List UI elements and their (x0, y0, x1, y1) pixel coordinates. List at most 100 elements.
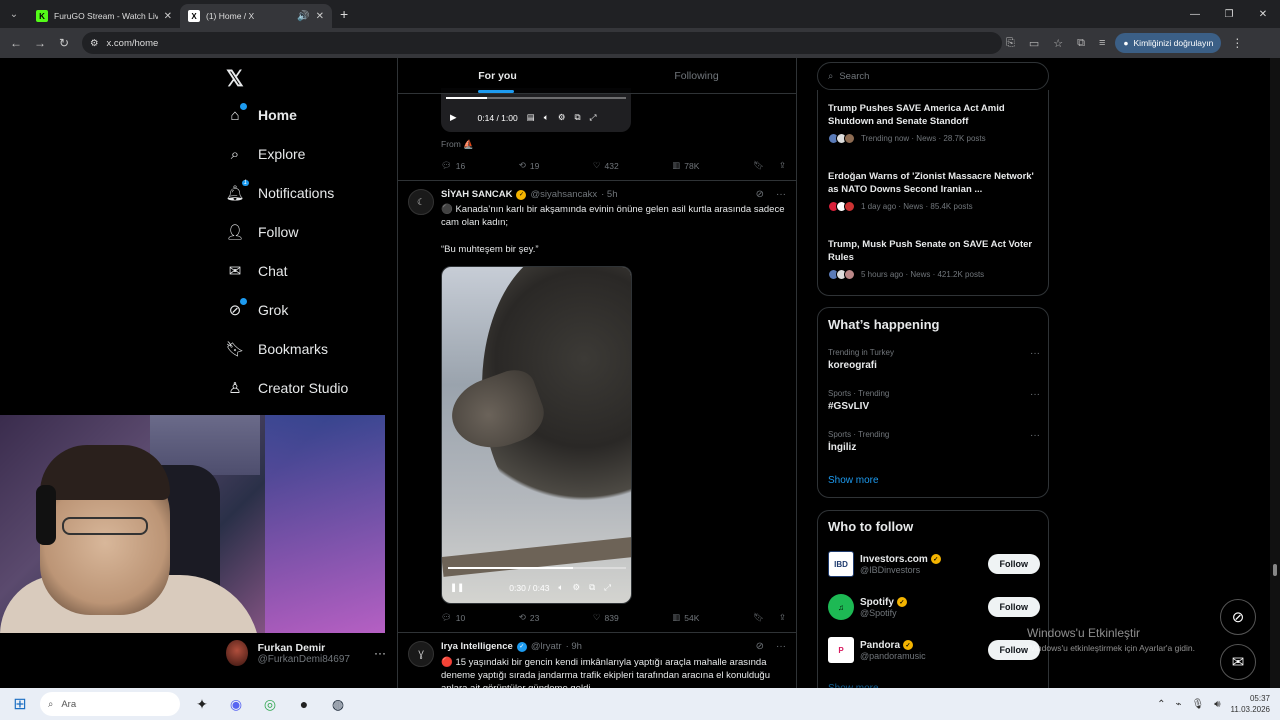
profile-button[interactable]: ● Kimliğinizi doğrulayın (1115, 33, 1222, 53)
pause-icon[interactable]: ❚❚ (450, 582, 464, 593)
post-avatar[interactable]: Ɣ (408, 641, 434, 667)
trend-item[interactable]: Sports · Trending #GSvLIV ··· (828, 389, 1040, 412)
video-player[interactable] (441, 88, 631, 132)
pip-icon[interactable]: ⧉ (589, 582, 595, 593)
obs-icon[interactable]: ● (294, 694, 314, 714)
views-button[interactable]: ▥ 54K (672, 612, 699, 623)
nav-home[interactable]: ⌂ Home (226, 103, 297, 124)
repost-button[interactable]: ⟲ 23 (519, 612, 540, 623)
more-icon[interactable]: ··· (1030, 389, 1040, 400)
taskbar-clock[interactable]: 05:37 11.03.2026 (1231, 693, 1270, 715)
microphone-icon[interactable]: 🎙︎ (1192, 699, 1205, 710)
close-window-button[interactable]: ✕ (1246, 0, 1280, 28)
tab-for-you[interactable]: For you (398, 58, 597, 93)
search-bar[interactable]: ⌕ (817, 62, 1049, 90)
grok-icon[interactable]: ⊘ (1220, 599, 1256, 635)
more-icon[interactable]: ··· (1030, 430, 1040, 441)
follow-button[interactable]: Follow (987, 597, 1040, 617)
nav-grok[interactable]: ⊘ Grok (226, 298, 288, 319)
grok-icon[interactable]: ⊘ (756, 189, 764, 200)
tab-search-button[interactable]: ⌄ (0, 0, 28, 28)
post-time[interactable]: · 9h (566, 641, 582, 652)
x-logo-icon[interactable]: 𝕏 (226, 66, 244, 92)
minimize-button[interactable]: — (1178, 0, 1212, 28)
trend-item[interactable]: Sports · Trending İngiliz ··· (828, 430, 1040, 453)
browser-menu-icon[interactable]: ⋮ (1231, 36, 1243, 50)
task-view-icon[interactable]: ✦ (192, 694, 212, 714)
nav-creator-studio[interactable]: ♙ Creator Studio (226, 379, 348, 397)
news-item[interactable]: Trump Pushes SAVE America Act Amid Shutd… (828, 102, 1043, 144)
chrome-icon[interactable]: ◎ (260, 694, 280, 714)
star-icon[interactable]: ☆ (1053, 37, 1063, 50)
bookmark-icon[interactable]: 🔖︎ (753, 160, 764, 171)
network-icon[interactable]: ⌁ (1176, 699, 1182, 710)
speaker-icon[interactable]: 🔊 (297, 11, 309, 22)
forward-button[interactable]: → (28, 36, 52, 50)
video-progress[interactable] (448, 567, 626, 569)
nav-chat[interactable]: ✉ Chat (226, 262, 288, 280)
repost-button[interactable]: ⟲ 19 (519, 160, 540, 171)
new-tab-button[interactable]: + (340, 6, 348, 22)
pip-icon[interactable]: ⧉ (574, 112, 580, 123)
views-button[interactable]: ▥ 78K (672, 160, 699, 171)
settings-icon[interactable]: ⚙ (573, 582, 581, 593)
video-progress[interactable] (446, 97, 626, 99)
post-handle[interactable]: @siyahsancakx (530, 189, 597, 200)
account-switcher[interactable]: Furkan Demir @FurkanDemi84697 ··· (226, 640, 386, 666)
more-icon[interactable]: ··· (776, 641, 786, 652)
tab-following[interactable]: Following (597, 58, 796, 93)
taskbar-search[interactable]: ⌕ Ara (40, 692, 180, 716)
browser-tab-0[interactable]: K FuruGO Stream - Watch Live on ✕ (28, 4, 180, 28)
captions-icon[interactable]: ▤ (527, 112, 535, 123)
nav-bookmarks[interactable]: 🔖︎ Bookmarks (225, 340, 328, 358)
share-icon[interactable]: ⇪ (779, 612, 786, 623)
reply-button[interactable]: 💬︎ 10 (441, 612, 465, 623)
back-button[interactable]: ← (4, 36, 28, 50)
fullscreen-icon[interactable]: ⤢ (604, 582, 611, 593)
post-avatar[interactable]: ☾ (408, 189, 434, 215)
steam-icon[interactable]: ◍ (328, 694, 348, 714)
close-tab-icon[interactable]: ✕ (316, 11, 324, 22)
share-icon[interactable]: ⇪ (779, 160, 786, 171)
nav-notifications[interactable]: 🔔︎ 1 Notifications (225, 180, 334, 202)
page-scrollbar[interactable] (1270, 58, 1280, 688)
post-handle[interactable]: @lryatr (531, 641, 562, 652)
like-button[interactable]: ♡ 432 (593, 160, 619, 171)
fullscreen-icon[interactable]: ⤢ (590, 112, 597, 123)
maximize-button[interactable]: ❐ (1212, 0, 1246, 28)
follow-suggestion[interactable]: IBD Investors.com ✓ @IBDinvestors Follow (828, 551, 1040, 577)
extensions-icon[interactable]: ⧉ (1077, 37, 1085, 50)
video-player[interactable] (441, 266, 632, 604)
discord-icon[interactable]: ◉ (226, 694, 246, 714)
volume-icon[interactable]: 🔈︎ (544, 112, 549, 123)
more-icon[interactable]: ··· (776, 189, 786, 200)
post-author[interactable]: Irya Intelligence (441, 641, 513, 652)
browser-tab-1[interactable]: X (1) Home / X 🔊 ✕ (180, 4, 332, 28)
windows-start-icon[interactable]: ⊞ (0, 694, 40, 714)
address-bar[interactable]: ⚙ x.com/home (82, 32, 1002, 54)
more-icon[interactable]: ··· (374, 646, 386, 660)
reply-button[interactable]: 💬︎ 16 (441, 160, 465, 171)
cast-icon[interactable]: ▭ (1029, 37, 1039, 50)
bookmark-icon[interactable]: 🔖︎ (753, 612, 764, 623)
nav-follow[interactable]: 👤︎ Follow (225, 223, 298, 241)
close-tab-icon[interactable]: ✕ (164, 11, 172, 22)
follow-suggestion[interactable]: ♫ Spotify ✓ @Spotify Follow (828, 594, 1040, 620)
volume-icon[interactable]: 🔈︎ (558, 582, 563, 593)
more-icon[interactable]: ··· (1030, 348, 1040, 359)
mail-icon[interactable]: ✉ (1220, 644, 1256, 680)
nav-explore[interactable]: ⌕ Explore (226, 145, 306, 163)
follow-suggestion[interactable]: P Pandora ✓ @pandoramusic Follow (828, 637, 1040, 663)
reload-button[interactable]: ↻ (52, 36, 76, 50)
media-icon[interactable]: ≡ (1099, 37, 1105, 50)
settings-icon[interactable]: ⚙ (558, 112, 566, 123)
news-item[interactable]: Trump, Musk Push Senate on SAVE Act Vote… (828, 238, 1043, 280)
trend-item[interactable]: Trending in Turkey koreografi ··· (828, 348, 1040, 371)
site-info-icon[interactable]: ⚙ (90, 38, 99, 49)
play-icon[interactable]: ▶ (450, 112, 457, 123)
chevron-up-icon[interactable]: ⌃ (1157, 699, 1165, 710)
speaker-icon[interactable]: 🔊︎ (1214, 699, 1220, 710)
post-author[interactable]: SİYAH SANCAK (441, 189, 512, 200)
news-item[interactable]: Erdoğan Warns of 'Zionist Massacre Netwo… (828, 170, 1043, 212)
show-more-link[interactable]: Show more (828, 475, 879, 486)
